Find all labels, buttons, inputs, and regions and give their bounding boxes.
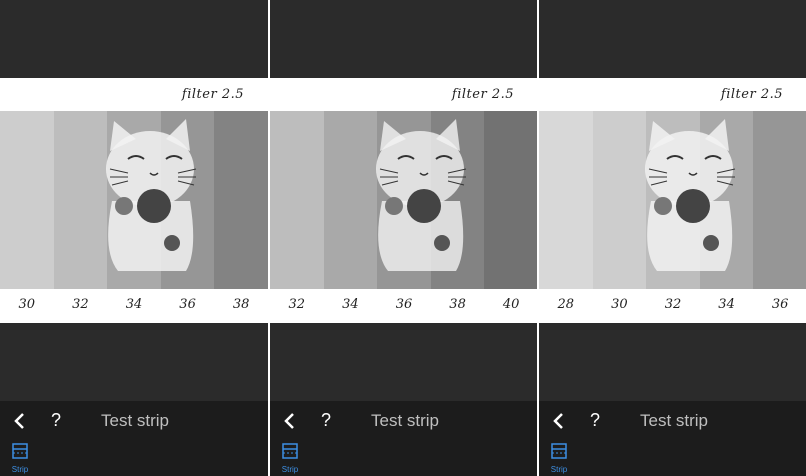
exposure-ticks: 32 34 36 38 40 [270, 297, 538, 317]
bottom-toolbar: ? Test strip Strip [0, 401, 268, 476]
exposure-tick: 34 [718, 297, 735, 312]
strip-tab[interactable]: Strip [547, 443, 571, 475]
test-strip-image[interactable] [539, 111, 806, 289]
exposure-tick: 34 [125, 297, 143, 312]
test-strip-image[interactable] [270, 111, 538, 289]
help-button[interactable]: ? [321, 410, 331, 431]
strip-tab[interactable]: Strip [278, 443, 302, 475]
bottom-toolbar: ? Test strip Strip [539, 401, 806, 476]
exposure-tick: 32 [288, 297, 306, 312]
filter-label: filter 2.5 [720, 87, 783, 102]
exposure-ticks: 28 30 32 34 36 [539, 297, 806, 317]
chevron-left-icon [284, 413, 294, 429]
test-strip-card: filter 2.5 [0, 78, 268, 323]
exposure-tick: 32 [72, 297, 89, 312]
lucky-cat-figurine [645, 119, 736, 271]
exposure-tick: 34 [342, 297, 359, 312]
exposure-ticks: 30 32 34 36 38 [0, 297, 268, 317]
strip-icon [282, 443, 298, 459]
strip-tab-label: Strip [550, 465, 568, 474]
strip-tab-label: Strip [11, 465, 29, 474]
bottom-toolbar: ? Test strip Strip [270, 401, 538, 476]
exposure-tick: 38 [232, 297, 250, 312]
back-button[interactable] [549, 409, 569, 433]
back-button[interactable] [280, 409, 300, 433]
test-strip-card: filter 2.5 [539, 78, 806, 323]
test-strip-card: filter 2.5 [270, 78, 538, 323]
toolbar-title: Test strip [640, 411, 709, 430]
chevron-left-icon [14, 413, 24, 429]
exposure-tick: 30 [18, 297, 36, 312]
test-strip-panel-2: filter 2.5 32 34 36 38 40 ? Test strip S… [270, 0, 538, 476]
toolbar-title: Test strip [371, 411, 440, 430]
exposure-tick: 32 [664, 297, 682, 312]
strip-tab[interactable]: Strip [8, 443, 32, 475]
test-strip-panel-1: filter 2.5 30 32 34 36 38 ? Test strip S… [0, 0, 268, 476]
exposure-tick: 28 [557, 297, 575, 312]
help-button[interactable]: ? [590, 410, 600, 431]
filter-label: filter 2.5 [181, 87, 244, 102]
help-button[interactable]: ? [51, 410, 61, 431]
filter-label: filter 2.5 [451, 87, 514, 102]
lucky-cat-figurine [376, 119, 467, 271]
strip-icon [551, 443, 567, 459]
strip-tab-label: Strip [281, 465, 299, 474]
exposure-tick: 30 [611, 297, 628, 312]
exposure-tick: 36 [179, 297, 196, 312]
exposure-tick: 40 [502, 297, 520, 312]
test-strip-image[interactable] [0, 111, 268, 289]
chevron-left-icon [553, 413, 563, 429]
test-strip-panel-3: filter 2.5 28 30 32 34 36 ? Test strip S… [539, 0, 806, 476]
lucky-cat-figurine [106, 119, 197, 271]
strip-icon [12, 443, 28, 459]
back-button[interactable] [10, 409, 30, 433]
exposure-tick: 36 [395, 297, 413, 312]
toolbar-title: Test strip [101, 411, 170, 430]
exposure-tick: 38 [449, 297, 466, 312]
exposure-tick: 36 [771, 297, 789, 312]
